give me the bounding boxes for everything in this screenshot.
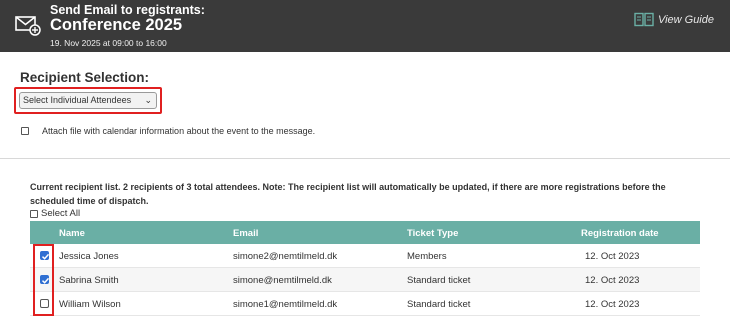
registration-date: 12. Oct 2023 [585, 251, 640, 262]
envelope-plus-icon [15, 16, 41, 36]
table-header: Name Email Ticket Type Registration date [30, 221, 700, 244]
recipient-select[interactable]: Select Individual Attendees ⌄ [19, 92, 157, 109]
checkbox-column-highlight [33, 244, 54, 316]
view-guide-label[interactable]: View Guide [658, 14, 714, 26]
attendee-email: simone2@nemtilmeld.dk [233, 251, 338, 262]
section-divider [0, 158, 730, 159]
attendee-name: Sabrina Smith [59, 275, 119, 286]
attendee-email: simone@nemtilmeld.dk [233, 275, 332, 286]
select-all-label: Select All [41, 208, 81, 219]
select-all[interactable]: Select All [30, 208, 80, 219]
column-header-name: Name [59, 228, 85, 239]
attendee-name: William Wilson [59, 299, 121, 310]
header-subtitle: Send Email to registrants: [50, 3, 205, 17]
attach-calendar-checkbox[interactable] [21, 127, 29, 135]
table-row: Sabrina Smith simone@nemtilmeld.dk Stand… [30, 268, 700, 292]
table-row: Jessica Jones simone2@nemtilmeld.dk Memb… [30, 244, 700, 268]
book-icon [634, 12, 654, 27]
recipient-note: Current recipient list. 2 recipients of … [30, 182, 666, 206]
header-bar: Send Email to registrants: Conference 20… [0, 0, 730, 52]
registration-date: 12. Oct 2023 [585, 299, 640, 310]
recipient-select-highlight: Select Individual Attendees ⌄ [14, 87, 162, 114]
table-row: William Wilson simone1@nemtilmeld.dk Sta… [30, 292, 700, 316]
recipient-selection-label: Recipient Selection: [20, 70, 150, 85]
registration-date: 12. Oct 2023 [585, 275, 640, 286]
column-header-email: Email [233, 228, 259, 239]
event-date: 19. Nov 2025 at 09:00 to 16:00 [50, 38, 167, 48]
select-all-checkbox[interactable] [30, 209, 38, 218]
ticket-type: Members [407, 251, 447, 262]
column-header-ticket-type: Ticket Type [407, 228, 459, 239]
ticket-type: Standard ticket [407, 299, 471, 310]
chevron-down-icon: ⌄ [144, 95, 152, 105]
attendee-email: simone1@nemtilmeld.dk [233, 299, 338, 310]
page-title: Conference 2025 [50, 16, 183, 34]
column-header-registration-date: Registration date [581, 228, 659, 239]
attach-calendar-label: Attach file with calendar information ab… [42, 126, 316, 136]
view-guide-link[interactable]: View Guide [634, 12, 714, 28]
ticket-type: Standard ticket [407, 275, 471, 286]
attendee-name: Jessica Jones [59, 251, 119, 262]
recipient-select-value: Select Individual Attendees [23, 95, 132, 105]
